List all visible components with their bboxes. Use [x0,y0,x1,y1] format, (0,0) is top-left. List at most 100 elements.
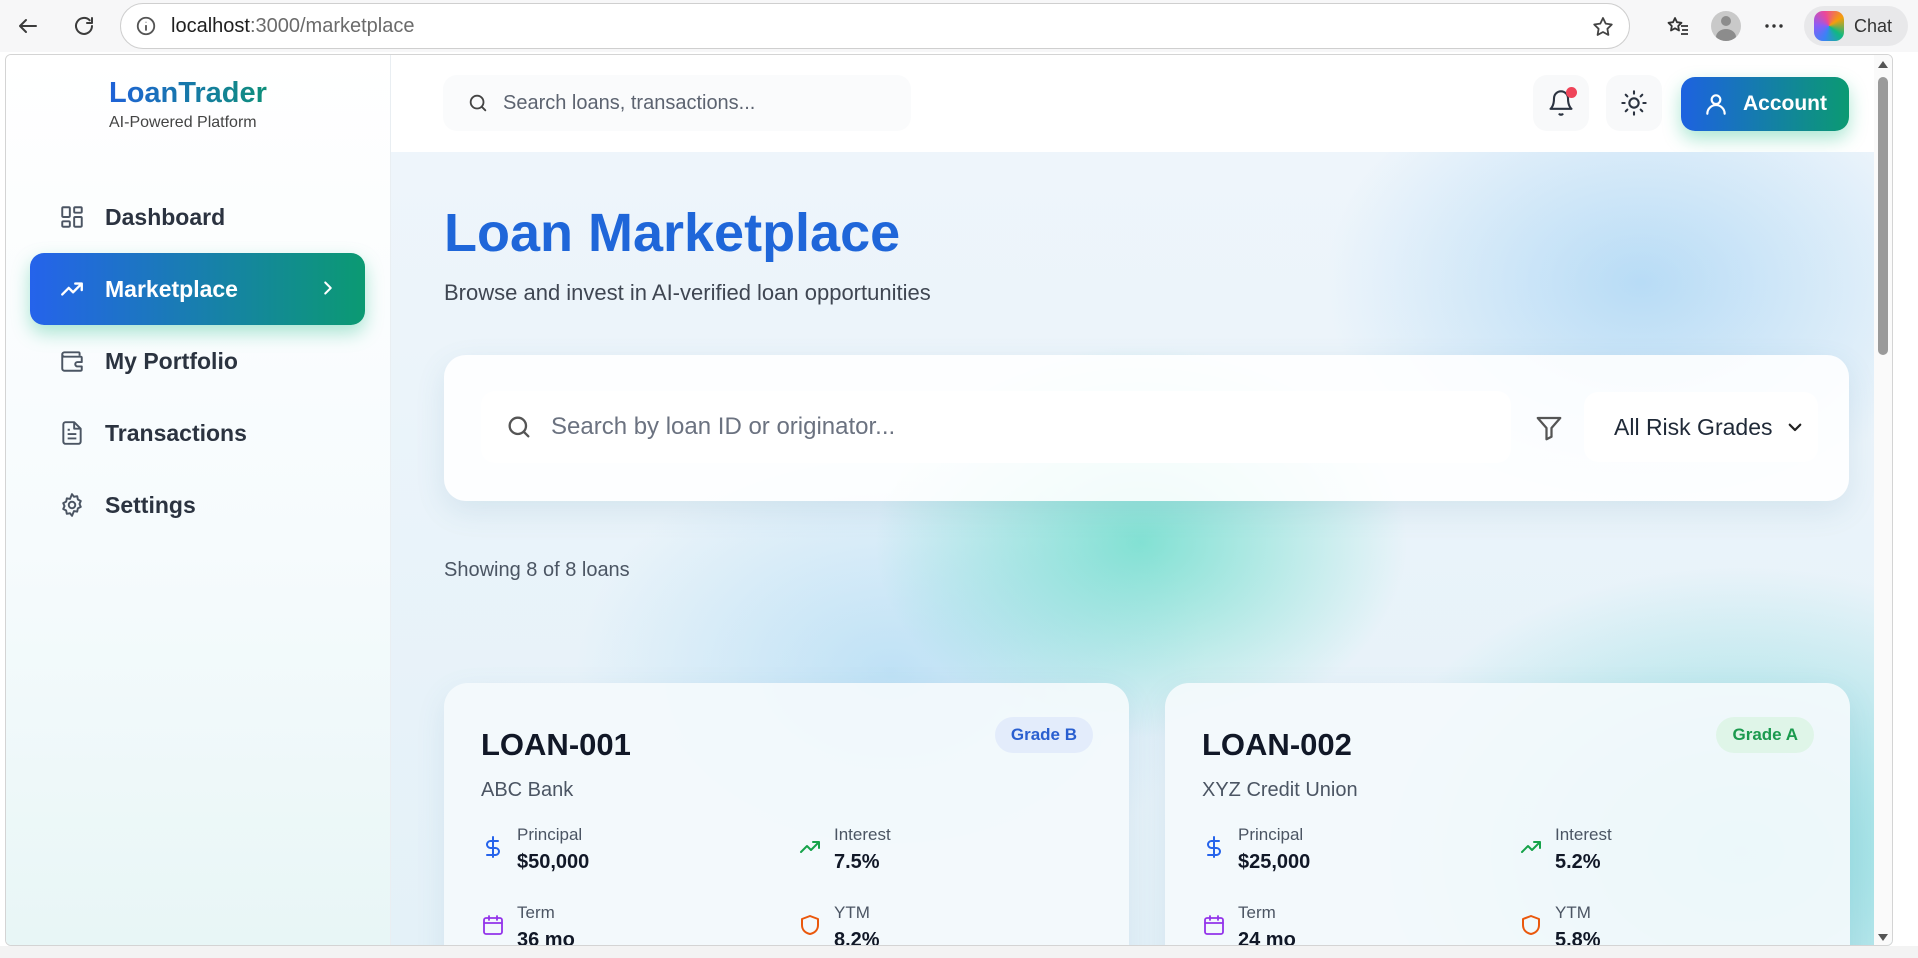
account-label: Account [1743,92,1827,115]
top-header: Search loans, transactions... Account [391,55,1892,152]
gear-icon [62,493,82,517]
stat-value: 7.5% [834,851,880,873]
search-icon [508,416,530,438]
trending-up-icon [1521,841,1541,853]
trending-up-icon [800,841,820,853]
sidebar-item-label: Settings [105,491,196,518]
loan-search-placeholder: Search by loan ID or originator... [551,413,896,440]
loan-card[interactable]: LOAN-001 ABC Bank Grade B Principal $50,0… [444,683,1129,946]
sun-icon [1621,90,1647,116]
account-button[interactable]: Account [1681,77,1849,131]
info-icon[interactable] [135,15,157,37]
stat-interest: Interest 7.5% [798,825,891,874]
scroll-thumb[interactable] [1878,77,1888,355]
chat-button[interactable]: Chat [1803,6,1908,46]
scroll-down-arrow[interactable] [1878,934,1888,941]
stat-interest: Interest 5.2% [1519,825,1612,874]
grade-badge: Grade A [1716,717,1814,753]
sidebar-item-label: Transactions [105,419,247,446]
page-subtitle: Browse and invest in AI-verified loan op… [444,280,931,305]
dollar-icon [1207,836,1221,858]
sidebar: LoanTrader AI-Powered Platform Dashboard… [6,55,391,945]
chevron-down-icon [1788,423,1802,432]
more-dots-icon [1765,24,1783,28]
address-bar[interactable]: localhost:3000/marketplace [120,3,1630,49]
results-count: Showing 8 of 8 loans [444,559,630,581]
grade-badge: Grade B [994,717,1093,753]
app-window: LoanTrader AI-Powered Platform Dashboard… [5,54,1893,946]
filter-panel: Search by loan ID or originator... All R… [444,355,1849,501]
stat-ytm: YTM 8.2% [798,903,880,946]
scroll-up-arrow[interactable] [1878,61,1888,68]
stat-label: Principal [1238,825,1304,844]
global-search-placeholder: Search loans, transactions... [503,91,756,114]
theme-toggle-button[interactable] [1606,75,1662,131]
calendar-icon [483,915,503,935]
notifications-button[interactable] [1533,75,1589,131]
brand-tagline: AI-Powered Platform [109,114,257,131]
loan-originator: XYZ Credit Union [1202,779,1358,801]
chat-label: Chat [1853,15,1892,36]
loan-id: LOAN-002 [1202,727,1352,762]
shield-icon [801,915,819,935]
arrow-left-icon [19,19,37,33]
sidebar-item-label: My Portfolio [105,347,238,374]
stat-label: YTM [1555,903,1591,922]
sidebar-item-dashboard[interactable]: Dashboard [30,181,365,253]
loan-originator: ABC Bank [481,779,574,801]
stat-label: Interest [1555,825,1612,844]
chevron-right-icon [324,281,332,295]
favorite-star-icon[interactable] [1591,15,1615,39]
copilot-icon [1813,11,1844,41]
page-scrollbar[interactable] [1874,55,1892,945]
document-icon [62,421,82,445]
favorites-list-icon [1667,17,1688,35]
stat-value: $50,000 [517,851,590,873]
reload-icon [75,16,93,35]
grid-icon [61,206,83,228]
brand-name: LoanTrader [109,77,267,109]
global-search-input[interactable]: Search loans, transactions... [443,75,911,131]
stat-ytm: YTM 5.8% [1519,903,1601,945]
filter-icon [1536,416,1562,441]
loan-search-input[interactable]: Search by loan ID or originator... [481,391,1511,463]
loan-card[interactable]: LOAN-002 XYZ Credit Union Grade A Princi… [1165,683,1850,946]
back-button[interactable] [10,8,46,44]
risk-grade-value: All Risk Grades [1614,413,1773,440]
main-content: Loan Marketplace Browse and invest in AI… [391,152,1892,946]
browser-actions: Chat [1654,0,1918,52]
dollar-icon [486,836,500,858]
sidebar-item-label: Dashboard [105,203,226,230]
stat-term: Term 24 mo [1202,903,1296,946]
sidebar-item-marketplace[interactable]: Marketplace [30,253,365,325]
stat-label: Interest [834,825,891,844]
stat-principal: Principal $50,000 [481,825,589,874]
stat-value: 8.2% [834,929,880,946]
sidebar-item-transactions[interactable]: Transactions [30,397,365,469]
risk-grade-select[interactable]: All Risk Grades [1584,392,1818,462]
url-text: localhost:3000/marketplace [171,14,415,37]
stat-value: 5.2% [1555,851,1601,873]
stat-term: Term 36 mo [481,903,575,946]
stat-label: Principal [517,825,583,844]
page-title: Loan Marketplace [444,203,901,263]
brand-logo[interactable]: LoanTrader AI-Powered Platform [109,77,267,132]
browser-toolbar: localhost:3000/marketplace Chat [0,0,1918,52]
sidebar-item-portfolio[interactable]: My Portfolio [30,325,365,397]
stat-value: 24 mo [1238,929,1296,946]
sidebar-nav: Dashboard Marketplace My Portfolio Trans… [30,181,365,541]
stat-value: 36 mo [517,929,575,946]
trending-up-icon [61,282,83,296]
sidebar-item-label: Marketplace [105,275,238,302]
user-icon [1706,94,1726,115]
sidebar-item-settings[interactable]: Settings [30,469,365,541]
shield-icon [1522,915,1540,935]
stat-label: YTM [834,903,870,922]
profile-button[interactable] [1702,2,1750,50]
stat-value: $25,000 [1238,851,1311,873]
reload-button[interactable] [66,8,102,44]
stat-label: Term [1238,903,1276,922]
more-menu-button[interactable] [1750,2,1798,50]
favorites-button[interactable] [1654,2,1702,50]
stat-principal: Principal $25,000 [1202,825,1310,874]
